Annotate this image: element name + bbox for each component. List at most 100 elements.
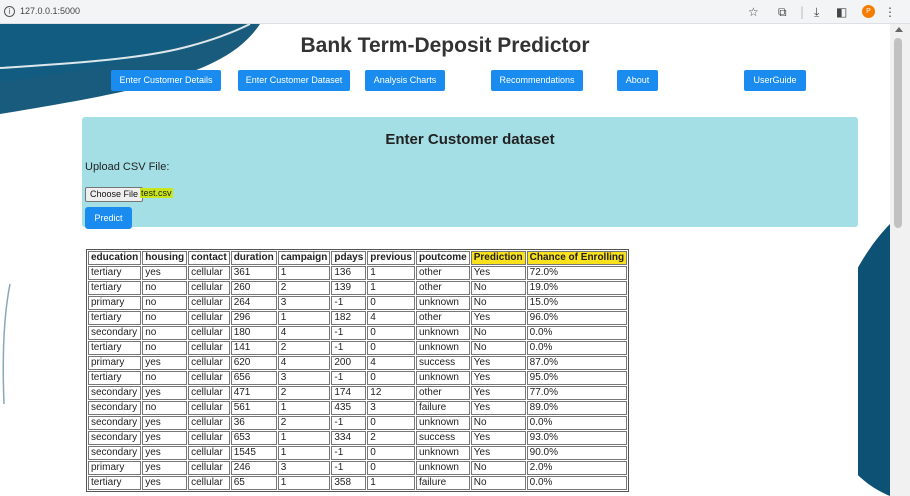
table-row: tertiary no cellular 141 2 -1 0 unknown No 0.0%	[88, 341, 628, 355]
cell-poutcome: unknown	[415, 296, 470, 310]
cell-poutcome: unknown	[415, 461, 470, 475]
cell-previous: 0	[367, 371, 415, 385]
cell-campaign: 3	[277, 371, 331, 385]
nav-userguide[interactable]: UserGuide	[744, 70, 806, 91]
site-info-icon[interactable]: i	[4, 6, 15, 17]
cell-education: primary	[88, 296, 142, 310]
table-row: secondary no cellular 561 1 435 3 failure Yes 89.…	[88, 401, 628, 415]
cell-education: tertiary	[88, 266, 142, 280]
cell-housing: no	[142, 341, 188, 355]
cell-pdays: -1	[331, 461, 367, 475]
cell-chance: 19.0%	[526, 281, 628, 295]
predict-button[interactable]: Predict	[85, 207, 132, 229]
cell-previous: 1	[367, 266, 415, 280]
choose-file-button[interactable]: Choose File	[85, 187, 144, 202]
cell-education: secondary	[88, 416, 142, 430]
cell-pdays: 182	[331, 311, 367, 325]
cell-contact: cellular	[188, 326, 230, 340]
cell-contact: cellular	[188, 416, 230, 430]
page-title: Bank Term-Deposit Predictor	[300, 34, 590, 57]
cell-poutcome: other	[415, 281, 470, 295]
cell-previous: 0	[367, 341, 415, 355]
col-previous: previous	[367, 251, 415, 265]
cell-housing: no	[142, 326, 188, 340]
cell-campaign: 2	[277, 281, 331, 295]
col-chance-of-enrolling: Chance of Enrolling	[526, 251, 628, 265]
cell-prediction: No	[470, 296, 526, 310]
cell-housing: yes	[142, 416, 188, 430]
menu-kebab-icon[interactable]: ⋮	[884, 4, 896, 20]
address-bar[interactable]: 127.0.0.1:5000	[20, 6, 80, 16]
cell-previous: 1	[367, 281, 415, 295]
cell-pdays: 139	[331, 281, 367, 295]
nav-recommendations[interactable]: Recommendations	[491, 70, 583, 91]
cell-campaign: 1	[277, 311, 331, 325]
cell-poutcome: unknown	[415, 326, 470, 340]
cell-chance: 72.0%	[526, 266, 628, 280]
cell-duration: 141	[230, 341, 277, 355]
cell-campaign: 2	[277, 341, 331, 355]
cell-housing: no	[142, 401, 188, 415]
cell-duration: 471	[230, 386, 277, 400]
cell-contact: cellular	[188, 371, 230, 385]
col-duration: duration	[230, 251, 277, 265]
col-poutcome: poutcome	[415, 251, 470, 265]
cell-chance: 2.0%	[526, 461, 628, 475]
table-row: tertiary no cellular 260 2 139 1 other No 19.0%	[88, 281, 628, 295]
cell-poutcome: unknown	[415, 446, 470, 460]
cell-contact: cellular	[188, 356, 230, 370]
cell-previous: 4	[367, 356, 415, 370]
table-row: secondary no cellular 180 4 -1 0 unknown No 0.0%	[88, 326, 628, 340]
cell-housing: no	[142, 296, 188, 310]
table-row: primary yes cellular 620 4 200 4 success Yes 87.0…	[88, 356, 628, 370]
nav-enter-customer-details[interactable]: Enter Customer Details	[111, 70, 221, 91]
page-viewport: Bank Term-Deposit Predictor Enter Custom…	[0, 24, 890, 496]
page-scrollbar[interactable]	[890, 24, 910, 496]
scrollbar-thumb[interactable]	[894, 38, 902, 228]
cell-contact: cellular	[188, 431, 230, 445]
cell-chance: 87.0%	[526, 356, 628, 370]
cell-duration: 36	[230, 416, 277, 430]
bookmark-star-icon[interactable]: ☆	[748, 4, 759, 20]
cell-previous: 0	[367, 416, 415, 430]
upload-label: Upload CSV File:	[85, 161, 170, 173]
nav-about[interactable]: About	[617, 70, 658, 91]
results-table: education housing contact duration campa…	[86, 249, 630, 492]
cell-education: secondary	[88, 386, 142, 400]
cell-pdays: -1	[331, 341, 367, 355]
cell-campaign: 2	[277, 416, 331, 430]
nav-analysis-charts[interactable]: Analysis Charts	[365, 70, 445, 91]
side-panel-icon[interactable]: ◧	[836, 4, 847, 20]
cell-previous: 0	[367, 461, 415, 475]
cell-duration: 1545	[230, 446, 277, 460]
cell-chance: 89.0%	[526, 401, 628, 415]
browser-toolbar: i 127.0.0.1:5000 ☆ ⧉ | ⤓ ◧ P ⋮	[0, 0, 910, 24]
cell-campaign: 3	[277, 461, 331, 475]
cell-prediction: No	[470, 326, 526, 340]
nav-enter-customer-dataset[interactable]: Enter Customer Dataset	[238, 70, 350, 91]
cell-poutcome: failure	[415, 476, 470, 490]
cell-duration: 65	[230, 476, 277, 490]
cell-prediction: Yes	[470, 266, 526, 280]
selected-file-name: test.csv	[140, 188, 173, 198]
cell-contact: cellular	[188, 266, 230, 280]
cell-pdays: 200	[331, 356, 367, 370]
cell-campaign: 3	[277, 296, 331, 310]
cell-campaign: 1	[277, 431, 331, 445]
cell-prediction: No	[470, 341, 526, 355]
cell-education: secondary	[88, 446, 142, 460]
table-header-row: education housing contact duration campa…	[88, 251, 628, 265]
cell-pdays: 358	[331, 476, 367, 490]
download-icon[interactable]: ⤓	[814, 4, 819, 20]
scroll-up-arrow-icon[interactable]	[895, 27, 903, 32]
cell-poutcome: failure	[415, 401, 470, 415]
cell-prediction: Yes	[470, 401, 526, 415]
cell-housing: yes	[142, 356, 188, 370]
cell-duration: 653	[230, 431, 277, 445]
cell-previous: 3	[367, 401, 415, 415]
col-campaign: campaign	[277, 251, 331, 265]
extensions-icon[interactable]: ⧉	[778, 4, 787, 20]
profile-avatar[interactable]: P	[862, 5, 875, 18]
cell-education: tertiary	[88, 281, 142, 295]
table-row: tertiary no cellular 656 3 -1 0 unknown Yes 95.0%	[88, 371, 628, 385]
